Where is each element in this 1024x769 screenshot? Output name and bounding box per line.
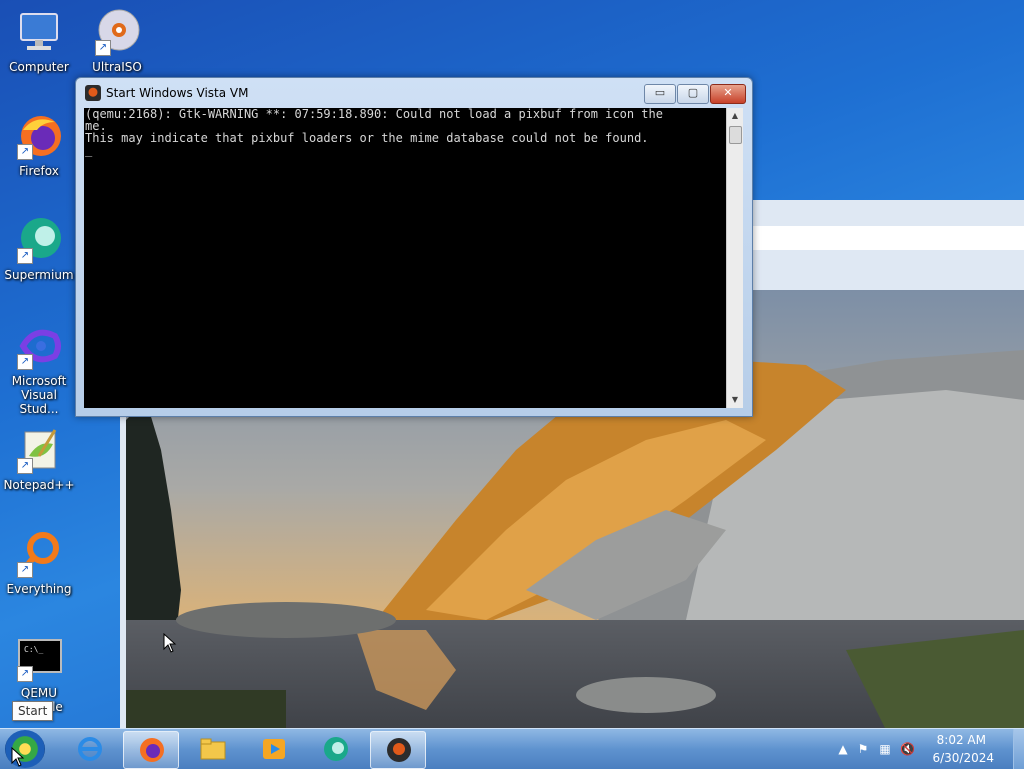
show-desktop-button[interactable]: [1013, 729, 1024, 769]
maximize-button[interactable]: ▢: [677, 84, 709, 104]
desktop-icon-firefox[interactable]: ↗ Firefox: [0, 112, 78, 178]
shortcut-arrow-icon: ↗: [17, 458, 33, 474]
visual-studio-icon: ↗: [15, 322, 63, 370]
mouse-pointer-icon: [163, 633, 177, 653]
desktop-icon-label: Supermium: [4, 268, 74, 282]
shortcut-arrow-icon: ↗: [17, 562, 33, 578]
shortcut-arrow-icon: ↗: [95, 40, 111, 56]
show-hidden-icons-icon[interactable]: ▲: [836, 742, 850, 756]
taskbar-media-player[interactable]: [246, 731, 300, 767]
shortcut-arrow-icon: ↗: [17, 248, 33, 264]
media-player-icon: [263, 739, 285, 759]
desktop-icon-ultraiso[interactable]: ↗ UltraISO: [78, 8, 156, 74]
minimize-button[interactable]: ▭: [644, 84, 676, 104]
desktop-icon-label: Computer: [9, 60, 69, 74]
taskbar-qemu[interactable]: [370, 731, 426, 769]
computer-icon: [15, 8, 63, 56]
scroll-down-icon[interactable]: ▼: [727, 392, 743, 408]
notepad-plus-plus-icon: ↗: [15, 426, 63, 474]
vertical-scrollbar[interactable]: ▲ ▼: [726, 108, 743, 408]
taskbar-file-explorer[interactable]: [185, 731, 239, 767]
supermium-icon: ↗: [15, 216, 63, 264]
scroll-up-icon[interactable]: ▲: [727, 108, 743, 124]
shortcut-arrow-icon: ↗: [17, 666, 33, 682]
console-cursor: _: [85, 143, 93, 157]
shortcut-arrow-icon: ↗: [17, 144, 33, 160]
clock-time[interactable]: 8:02 AM: [937, 733, 986, 747]
console-output[interactable]: (qemu:2168): Gtk-WARNING **: 07:59:18.89…: [84, 108, 726, 408]
desktop-icon-label: Notepad++: [3, 478, 75, 492]
clock-date[interactable]: 6/30/2024: [932, 751, 994, 765]
firefox-icon: ↗: [15, 112, 63, 160]
folder-icon: [200, 738, 226, 760]
action-center-flag-icon[interactable]: ⚑: [856, 742, 870, 756]
desktop-icon-computer[interactable]: Computer: [0, 8, 78, 74]
system-tray: ▲ ⚑ ▦ 🔇 8:02 AM 6/30/2024: [836, 729, 1016, 769]
qemu-app-icon: [85, 85, 101, 101]
title-bar[interactable]: Start Windows Vista VM ▭ ▢ ✕: [76, 78, 752, 106]
desktop-icon-label: Firefox: [19, 164, 59, 178]
desktop-icon-everything[interactable]: ↗ Everything: [0, 530, 78, 596]
desktop-icon-label: Everything: [6, 582, 72, 596]
console-line: (qemu:2168): Gtk-WARNING **: 07:59:18.89…: [85, 108, 663, 121]
shortcut-arrow-icon: ↗: [17, 354, 33, 370]
taskbar-internet-explorer[interactable]: [62, 731, 116, 767]
desktop-icon-label: Microsoft Visual Stud...: [11, 374, 67, 416]
network-icon[interactable]: ▦: [878, 742, 892, 756]
window-title: Start Windows Vista VM: [106, 86, 249, 100]
desktop-icon-visual-studio[interactable]: ↗ Microsoft Visual Stud...: [0, 322, 78, 416]
internet-explorer-icon: [78, 737, 102, 761]
console-window[interactable]: Start Windows Vista VM ▭ ▢ ✕ (qemu:2168)…: [75, 77, 753, 417]
firefox-icon: [140, 738, 164, 762]
desktop-icon-supermium[interactable]: ↗ Supermium: [0, 216, 78, 282]
close-button[interactable]: ✕: [710, 84, 746, 104]
disc-icon: ↗: [93, 8, 141, 56]
supermium-icon: [324, 737, 348, 761]
taskbar: ▲ ⚑ ▦ 🔇 8:02 AM 6/30/2024: [0, 728, 1024, 769]
console-line: This may indicate that pixbuf loaders or…: [85, 131, 649, 145]
qemu-icon: [387, 738, 411, 762]
svg-text:C:\_: C:\_: [24, 645, 43, 654]
everything-search-icon: ↗: [15, 530, 63, 578]
desktop-icon-label: UltraISO: [92, 60, 142, 74]
mouse-pointer-icon: [11, 747, 25, 767]
scrollbar-thumb[interactable]: [729, 126, 742, 144]
taskbar-supermium[interactable]: [308, 731, 362, 767]
start-tooltip: Start: [12, 701, 54, 721]
taskbar-firefox[interactable]: [123, 731, 179, 769]
console-icon: C:\_ ↗: [15, 634, 63, 682]
desktop-icon-notepad-plus-plus[interactable]: ↗ Notepad++: [0, 426, 78, 492]
volume-muted-icon[interactable]: 🔇: [900, 742, 915, 756]
